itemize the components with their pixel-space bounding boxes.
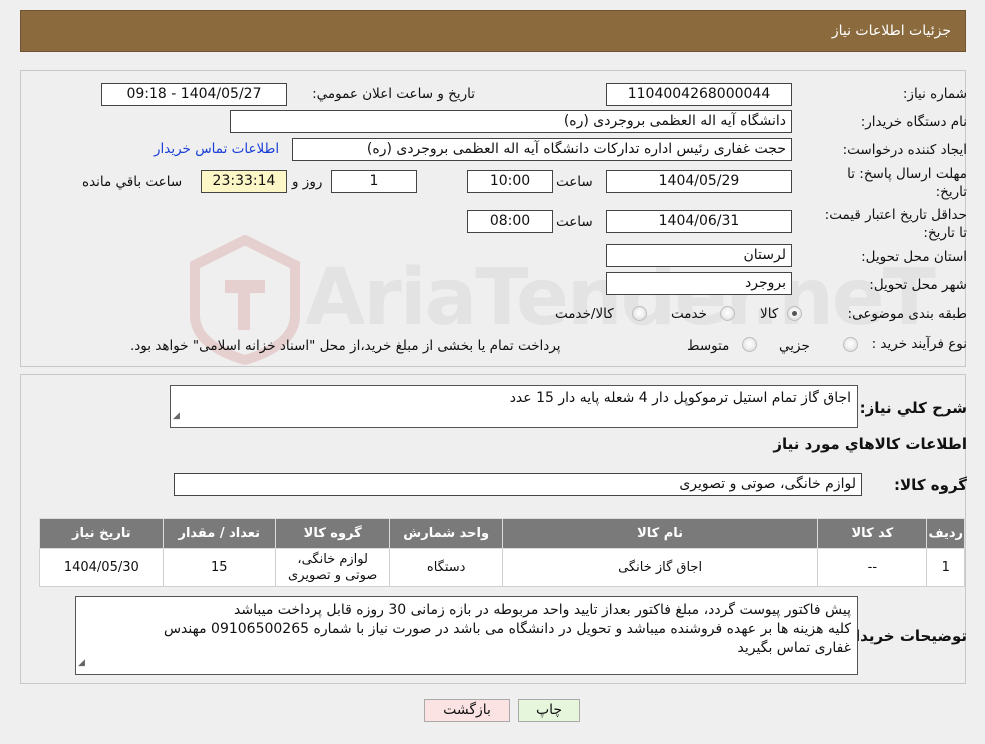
goods-section-title: اطلاعات کالاهاي مورد نياز [773, 435, 967, 453]
goods-group-field: لوازم خانگی، صوتی و تصویری [174, 473, 862, 496]
city-label: شهر محل تحويل: [869, 277, 967, 293]
col-unit-header: واحد شمارش [389, 518, 503, 549]
page-header: جزئيات اطلاعات نياز [20, 10, 966, 52]
goods-table: رديف کد کالا نام کالا واحد شمارش گروه کا… [39, 518, 965, 587]
summary-text: اجاق گاز تمام استیل ترموکوپل دار 4 شعله … [509, 390, 851, 406]
table-row: 1 -- اجاق گاز خانگی دستگاه لوازم خانگی، … [39, 548, 965, 587]
deadline-time-field: 10:00 [467, 170, 553, 193]
buyer-notes-textarea: پیش فاکتور پیوست گردد، مبلغ فاکتور بعداز… [75, 596, 858, 675]
buyer-org-label: نام دستگاه خريدار: [860, 114, 967, 130]
col-code-header: کد کالا [817, 518, 928, 549]
resize-grip-icon[interactable]: ◢ [78, 654, 85, 673]
price-validity-time-field: 08:00 [467, 210, 553, 233]
category-radio-goods[interactable] [787, 306, 802, 321]
remaining-time-field: 23:33:14 [201, 170, 287, 193]
requester-field: حجت غفاری رئیس اداره تدارکات دانشگاه آيه… [292, 138, 792, 161]
purchase-option-minor: جزيي [779, 338, 810, 354]
cell-code: -- [817, 548, 928, 587]
deadline-date-field: 1404/05/29 [606, 170, 792, 193]
category-radio-goods-service[interactable] [632, 306, 647, 321]
category-radio-service[interactable] [720, 306, 735, 321]
category-option-service: خدمت [671, 306, 707, 322]
cell-unit: دستگاه [389, 548, 503, 587]
need-number-field: 1104004268000044 [606, 83, 792, 106]
cell-qty: 15 [162, 548, 276, 587]
summary-label: شرح کلي نياز: [859, 399, 967, 417]
page-title: جزئيات اطلاعات نياز [831, 23, 951, 39]
need-number-label: شماره نياز: [902, 86, 967, 102]
col-qty-header: تعداد / مقدار [162, 518, 276, 549]
buyer-contact-link[interactable]: اطلاعات تماس خريدار [154, 141, 279, 157]
price-validity-time-label: ساعت [556, 214, 593, 230]
cell-row: 1 [926, 548, 965, 587]
category-option-goods-service: کالا/خدمت [555, 306, 614, 322]
category-label: طبقه بندی موضوعی: [847, 306, 967, 322]
resize-grip-icon[interactable]: ◢ [173, 407, 180, 426]
price-validity-label: حداقل تاريخ اعتبار قيمت: تا تاريخ: [817, 206, 967, 242]
buyer-notes-label: توضيحات خريدار: [840, 627, 967, 645]
deadline-days-field: 1 [331, 170, 417, 193]
back-button[interactable]: بازگشت [424, 699, 510, 722]
purchase-option-medium: متوسط [687, 338, 730, 354]
cell-date: 1404/05/30 [39, 548, 164, 587]
purchase-type-label: نوع فرآيند خريد : [871, 336, 967, 352]
deadline-time-label: ساعت [556, 174, 593, 190]
goods-table-header: رديف کد کالا نام کالا واحد شمارش گروه کا… [39, 518, 965, 549]
cell-name: اجاق گاز خانگی [501, 548, 819, 587]
col-group-header: گروه کالا [274, 518, 391, 549]
province-label: استان محل تحويل: [861, 249, 967, 265]
price-validity-label-text: حداقل تاريخ اعتبار قيمت: تا تاريخ: [824, 207, 967, 241]
deadline-days-label: روز و [292, 174, 323, 190]
goods-group-label: گروه کالا: [894, 476, 967, 494]
print-button[interactable]: چاپ [518, 699, 580, 722]
deadline-label-text: مهلت ارسال پاسخ: تا تاريخ: [847, 166, 967, 200]
requester-label: ايجاد کننده درخواست: [842, 142, 967, 158]
cell-group: لوازم خانگی، صوتی و تصویری [274, 548, 391, 587]
buyer-notes-line: غفاری تماس بگیرید [737, 640, 851, 656]
buyer-org-field: دانشگاه آيه اله العظمی بروجردی (ره) [230, 110, 792, 133]
price-validity-date-field: 1404/06/31 [606, 210, 792, 233]
announce-datetime-field: 1404/05/27 - 09:18 [101, 83, 287, 106]
buyer-notes-line: کلیه هزینه ها بر عهده فروشنده میباشد و ت… [163, 621, 851, 637]
summary-textarea: اجاق گاز تمام استیل ترموکوپل دار 4 شعله … [170, 385, 858, 428]
col-date-header: تاريخ نياز [39, 518, 164, 549]
deadline-label: مهلت ارسال پاسخ: تا تاريخ: [817, 165, 967, 201]
purchase-radio-minor[interactable] [843, 337, 858, 352]
col-name-header: نام کالا [501, 518, 819, 549]
purchase-radio-medium[interactable] [742, 337, 757, 352]
city-field: بروجرد [606, 272, 792, 295]
remaining-time-label: ساعت باقي مانده [82, 174, 183, 190]
buyer-notes-line: پیش فاکتور پیوست گردد، مبلغ فاکتور بعداز… [234, 602, 851, 618]
purchase-treasury-note: پرداخت تمام يا بخشی از مبلغ خريد،از محل … [130, 338, 561, 354]
province-field: لرستان [606, 244, 792, 267]
announce-datetime-label: تاريخ و ساعت اعلان عمومي: [312, 86, 475, 102]
col-row-header: رديف [926, 518, 965, 549]
category-option-goods: کالا [760, 306, 779, 322]
